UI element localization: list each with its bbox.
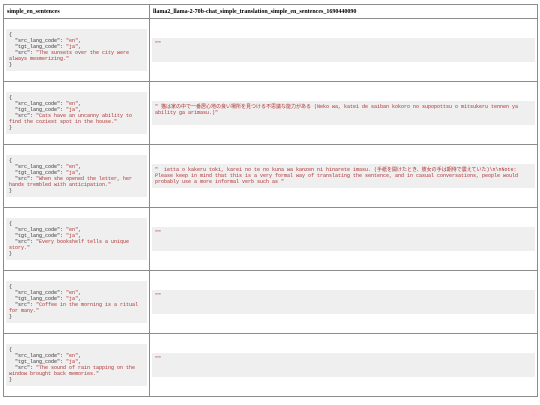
input-cell: { "src_lang_code": "en", "tgt_lang_code"… [3,207,150,271]
table-row: { "src_lang_code": "en", "tgt_lang_code"… [3,270,538,334]
input-cell: { "src_lang_code": "en", "tgt_lang_code"… [3,18,150,82]
results-table: simple_en_sentences llama2_llama-2-70b-c… [3,4,538,397]
input-cell: { "src_lang_code": "en", "tgt_lang_code"… [3,144,150,208]
table-row: { "src_lang_code": "en", "tgt_lang_code"… [3,207,538,271]
input-cell: { "src_lang_code": "en", "tgt_lang_code"… [3,333,150,397]
table-row: { "src_lang_code": "en", "tgt_lang_code"… [3,18,538,82]
output-cell: "" [149,207,538,271]
output-cell: " 猫は家の中で一番居心地の良い場所を見つける不思議な能力がある (Neko w… [149,81,538,145]
source-json-block: { "src_lang_code": "en", "tgt_lang_code"… [6,155,147,197]
output-cell: "" [149,18,538,82]
header-row: simple_en_sentences llama2_llama-2-70b-c… [3,4,538,19]
table-row: { "src_lang_code": "en", "tgt_lang_code"… [3,81,538,145]
column-header-output: llama2_llama-2-70b-chat_simple_translati… [149,4,538,19]
input-cell: { "src_lang_code": "en", "tgt_lang_code"… [3,270,150,334]
table-row: { "src_lang_code": "en", "tgt_lang_code"… [3,144,538,208]
column-header-input: simple_en_sentences [3,4,150,19]
source-json-block: { "src_lang_code": "en", "tgt_lang_code"… [6,344,147,386]
translation-output: "" [152,290,535,314]
table-row: { "src_lang_code": "en", "tgt_lang_code"… [3,333,538,397]
source-json-block: { "src_lang_code": "en", "tgt_lang_code"… [6,281,147,323]
translation-output: " ietta o kakeru toki, karei no te no ku… [152,164,535,188]
translation-output: "" [152,38,535,62]
source-json-block: { "src_lang_code": "en", "tgt_lang_code"… [6,218,147,260]
output-cell: "" [149,270,538,334]
output-cell: "" [149,333,538,397]
input-cell: { "src_lang_code": "en", "tgt_lang_code"… [3,81,150,145]
translation-output: "" [152,227,535,251]
source-json-block: { "src_lang_code": "en", "tgt_lang_code"… [6,92,147,134]
translation-output: "" [152,353,535,377]
output-cell: " ietta o kakeru toki, karei no te no ku… [149,144,538,208]
source-json-block: { "src_lang_code": "en", "tgt_lang_code"… [6,29,147,71]
translation-output: " 猫は家の中で一番居心地の良い場所を見つける不思議な能力がある (Neko w… [152,101,535,125]
